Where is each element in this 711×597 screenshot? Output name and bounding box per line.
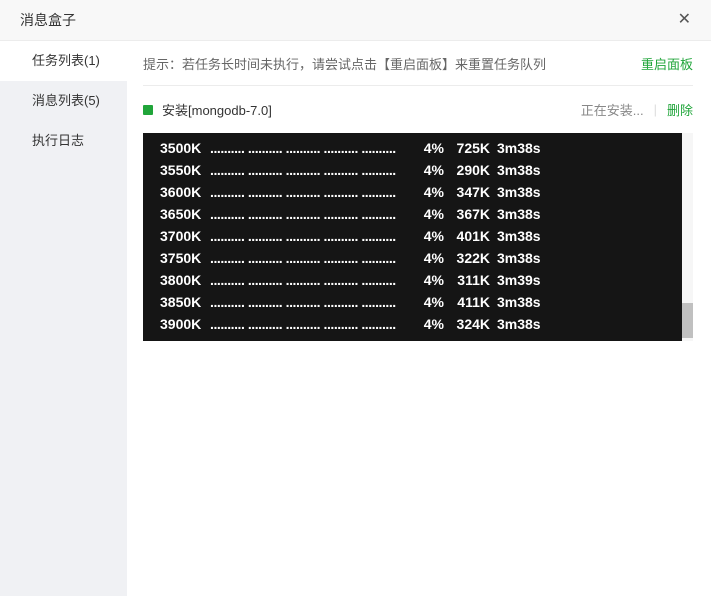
terminal-line: 3800K .......... .......... .......... ..… [160, 269, 668, 291]
line-kb: 3600K [160, 184, 202, 200]
line-speed: 347K [456, 184, 490, 200]
line-kb: 3800K [160, 272, 202, 288]
line-kb: 3850K [160, 294, 202, 310]
terminal-scrollbar-track [682, 133, 693, 341]
line-eta: 3m38s [497, 162, 541, 178]
tip-text: 提示：若任务长时间未执行，请尝试点击【重启面板】来重置任务队列 [143, 56, 547, 72]
line-progress-dots: .......... .......... .......... .......… [210, 140, 396, 156]
line-speed: 290K [456, 162, 490, 178]
line-eta: 3m38s [497, 140, 541, 156]
line-eta: 3m38s [497, 316, 541, 332]
dialog-body: 任务列表(1) 消息列表(5) 执行日志 提示：若任务长时间未执行，请尝试点击【重启… [0, 41, 711, 596]
line-percent: 4% [423, 162, 444, 178]
line-progress-dots: .......... .......... .......... .......… [210, 250, 396, 266]
line-percent: 4% [423, 184, 444, 200]
terminal-line: 3700K .......... .......... .......... ..… [160, 225, 668, 247]
terminal-scrollbar-thumb[interactable] [682, 303, 693, 338]
line-eta: 3m38s [497, 228, 541, 244]
line-eta: 3m38s [497, 206, 541, 222]
line-speed: 322K [456, 250, 490, 266]
line-eta: 3m38s [497, 184, 541, 200]
line-percent: 4% [423, 228, 444, 244]
line-speed: 725K [456, 140, 490, 156]
dialog-title: 消息盒子 [20, 12, 76, 28]
terminal-line: 3900K .......... .......... .......... ..… [160, 313, 668, 335]
delete-task-link[interactable]: 删除 [667, 100, 693, 119]
restart-panel-link[interactable]: 重启面板 [641, 54, 693, 73]
terminal-line: 3850K .......... .......... .......... ..… [160, 291, 668, 313]
line-progress-dots: .......... .......... .......... .......… [210, 272, 396, 288]
line-percent: 4% [423, 206, 444, 222]
line-percent: 4% [423, 316, 444, 332]
line-progress-dots: .......... .......... .......... .......… [210, 228, 396, 244]
terminal-line: 3750K .......... .......... .......... ..… [160, 247, 668, 269]
dialog-header: 消息盒子 ✕ [0, 0, 711, 41]
sidebar-item-tasks[interactable]: 任务列表(1) [0, 41, 127, 81]
line-kb: 3650K [160, 206, 202, 222]
sidebar-item-logs[interactable]: 执行日志 [0, 121, 127, 161]
line-progress-dots: .......... .......... .......... .......… [210, 316, 396, 332]
terminal-line: 3600K .......... .......... .......... ..… [160, 181, 668, 203]
line-eta: 3m38s [497, 250, 541, 266]
line-percent: 4% [423, 250, 444, 266]
task-name: 安装[mongodb-7.0] [162, 103, 272, 118]
line-speed: 367K [456, 206, 490, 222]
line-percent: 4% [423, 272, 444, 288]
line-speed: 411K [457, 294, 490, 310]
close-icon[interactable]: ✕ [678, 12, 691, 28]
line-speed: 311K [457, 272, 490, 288]
tip-row: 提示：若任务长时间未执行，请尝试点击【重启面板】来重置任务队列 重启面板 [143, 41, 693, 85]
line-progress-dots: .......... .......... .......... .......… [210, 206, 396, 222]
line-eta: 3m39s [497, 272, 541, 288]
terminal-line: 3550K .......... .......... .......... ..… [160, 159, 668, 181]
task-separator: | [653, 102, 657, 117]
sidebar: 任务列表(1) 消息列表(5) 执行日志 [0, 41, 127, 596]
line-kb: 3900K [160, 316, 202, 332]
line-eta: 3m38s [497, 294, 541, 310]
task-row: 安装[mongodb-7.0] 正在安装... | 删除 [143, 86, 693, 133]
line-speed: 324K [456, 316, 490, 332]
line-kb: 3500K [160, 140, 202, 156]
terminal-line: 3500K .......... .......... .......... ..… [160, 137, 668, 159]
message-box-dialog: 消息盒子 ✕ 任务列表(1) 消息列表(5) 执行日志 提示：若任务长时间未执行，请… [0, 0, 711, 597]
sidebar-item-messages[interactable]: 消息列表(5) [0, 81, 127, 121]
terminal-output[interactable]: 3500K .......... .......... .......... ..… [143, 133, 693, 341]
line-progress-dots: .......... .......... .......... .......… [210, 294, 396, 310]
task-status-text: 正在安装... [580, 103, 644, 118]
line-progress-dots: .......... .......... .......... .......… [210, 162, 396, 178]
line-kb: 3700K [160, 228, 202, 244]
line-speed: 401K [456, 228, 490, 244]
line-percent: 4% [423, 140, 444, 156]
terminal-line: 3650K .......... .......... .......... ..… [160, 203, 668, 225]
line-percent: 4% [423, 294, 444, 310]
line-kb: 3750K [160, 250, 202, 266]
terminal-lines: 3500K .......... .......... .......... ..… [160, 137, 668, 335]
content-area: 提示：若任务长时间未执行，请尝试点击【重启面板】来重置任务队列 重启面板 安装[… [127, 41, 711, 596]
line-progress-dots: .......... .......... .......... .......… [210, 184, 396, 200]
line-kb: 3550K [160, 162, 202, 178]
task-status-dot [143, 104, 153, 115]
